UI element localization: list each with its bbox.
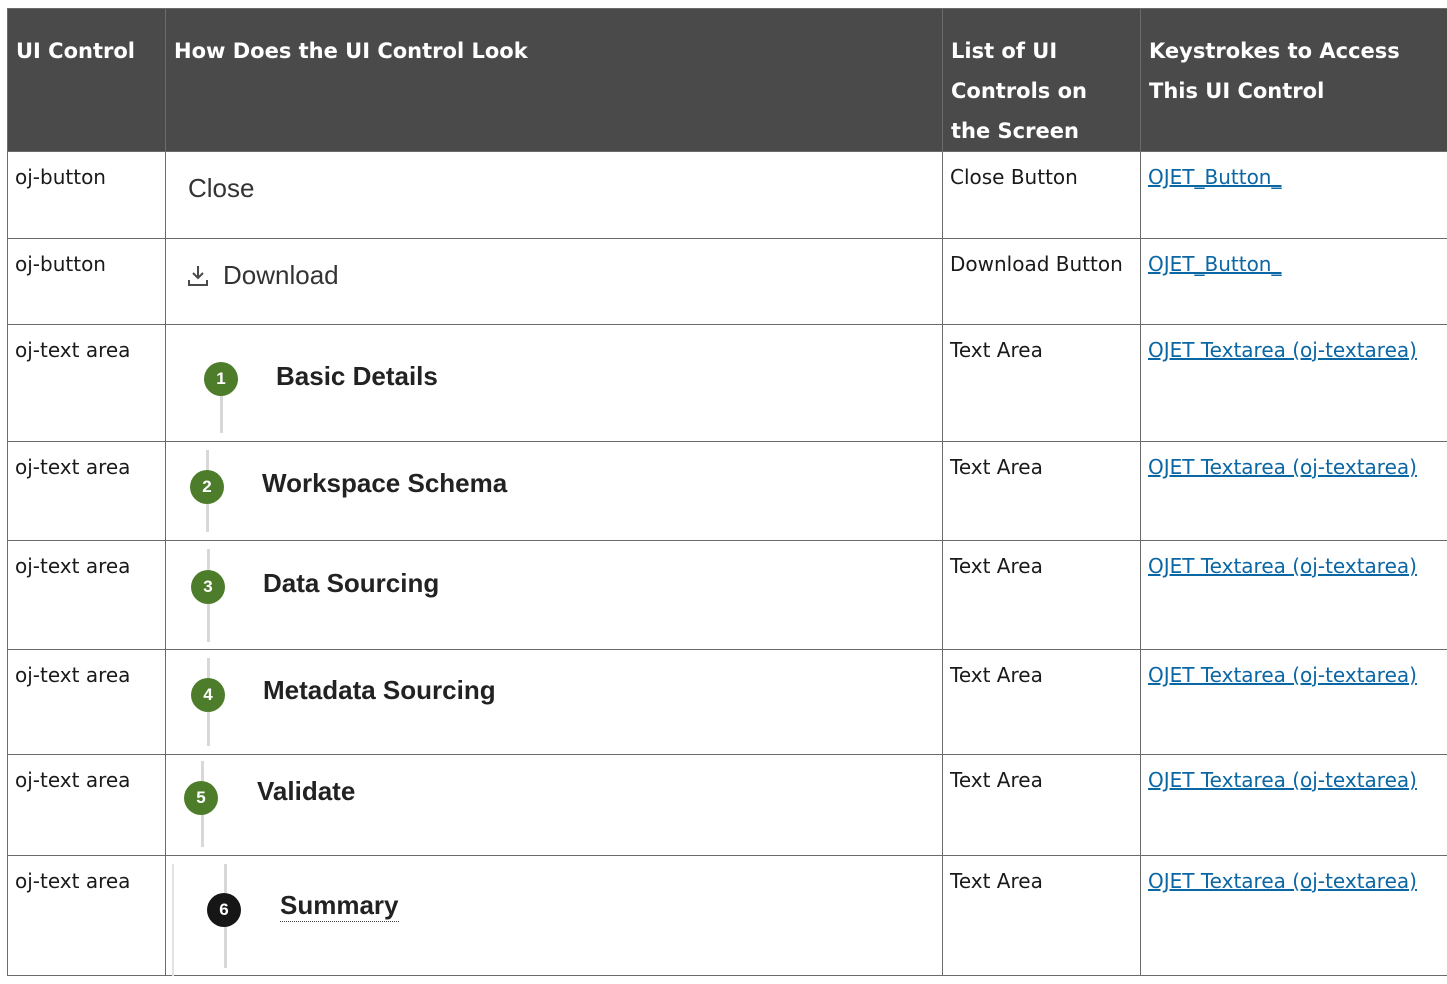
keystroke-cell: OJET_Button_	[1140, 151, 1447, 239]
look-cell: Close	[165, 151, 943, 239]
look-cell: 1 Basic Details	[165, 324, 943, 442]
keystroke-link[interactable]: OJET_Button_	[1148, 252, 1282, 276]
keystroke-cell: OJET_Button_	[1140, 238, 1447, 325]
close-button[interactable]: Close	[188, 172, 254, 204]
header-look: How Does the UI Control Look	[165, 8, 943, 152]
table-row: oj-text area 5 Validate Text Area OJET T…	[7, 754, 1447, 856]
look-cell: 2 Workspace Schema	[165, 441, 943, 541]
step-badge[interactable]: 4	[191, 678, 225, 712]
train-rail	[172, 864, 174, 976]
look-cell: 3 Data Sourcing	[165, 540, 943, 650]
keystroke-cell: OJET Textarea (oj-textarea)	[1140, 540, 1447, 650]
list-cell: Close Button	[942, 151, 1141, 239]
download-button[interactable]: Download	[223, 259, 339, 291]
table-row: oj-text area 2 Workspace Schema Text Are…	[7, 441, 1447, 541]
keystroke-cell: OJET Textarea (oj-textarea)	[1140, 441, 1447, 541]
step-label-current[interactable]: Summary	[280, 889, 399, 922]
step-badge[interactable]: 5	[184, 781, 218, 815]
header-keystrokes: Keystrokes to Access This UI Control	[1140, 8, 1447, 152]
keystroke-link[interactable]: OJET Textarea (oj-textarea)	[1148, 554, 1417, 578]
keystroke-link[interactable]: OJET Textarea (oj-textarea)	[1148, 338, 1417, 362]
step-label[interactable]: Metadata Sourcing	[263, 674, 496, 706]
keystroke-link[interactable]: OJET Textarea (oj-textarea)	[1148, 768, 1417, 792]
step-label[interactable]: Validate	[257, 775, 355, 807]
list-cell: Text Area	[942, 540, 1141, 650]
look-cell: 4 Metadata Sourcing	[165, 649, 943, 755]
list-cell: Text Area	[942, 754, 1141, 856]
table-row: oj-text area 1 Basic Details Text Area O…	[7, 324, 1447, 442]
ui-control-cell: oj-text area	[7, 324, 166, 442]
step-label[interactable]: Data Sourcing	[263, 567, 439, 599]
table-row: oj-text area 3 Data Sourcing Text Area O…	[7, 540, 1447, 650]
look-cell: 5 Validate	[165, 754, 943, 856]
ui-control-cell: oj-button	[7, 238, 166, 325]
step-badge[interactable]: 2	[190, 470, 224, 504]
table-row: oj-button Close Close Button OJET_Button…	[7, 151, 1447, 239]
table-row: oj-button Download Download Button OJET_…	[7, 238, 1447, 325]
ui-control-cell: oj-text area	[7, 649, 166, 755]
header-ui-control: UI Control	[7, 8, 166, 152]
list-cell: Text Area	[942, 649, 1141, 755]
ui-controls-table: UI Control How Does the UI Control Look …	[7, 8, 1447, 976]
step-badge-current[interactable]: 6	[207, 893, 241, 927]
ui-control-cell: oj-text area	[7, 441, 166, 541]
keystroke-cell: OJET Textarea (oj-textarea)	[1140, 754, 1447, 856]
keystroke-cell: OJET Textarea (oj-textarea)	[1140, 649, 1447, 755]
table-row: oj-text area 6 Summary Text Area OJET Te…	[7, 855, 1447, 976]
list-cell: Text Area	[942, 855, 1141, 976]
step-badge[interactable]: 1	[204, 362, 238, 396]
keystroke-link[interactable]: OJET_Button_	[1148, 165, 1282, 189]
keystroke-cell: OJET Textarea (oj-textarea)	[1140, 324, 1447, 442]
header-list: List of UI Controls on the Screen	[942, 8, 1141, 152]
keystroke-cell: OJET Textarea (oj-textarea)	[1140, 855, 1447, 976]
look-cell: Download	[165, 238, 943, 325]
look-cell: 6 Summary	[165, 855, 943, 976]
keystroke-link[interactable]: OJET Textarea (oj-textarea)	[1148, 455, 1417, 479]
list-cell: Text Area	[942, 441, 1141, 541]
step-badge[interactable]: 3	[191, 570, 225, 604]
list-cell: Download Button	[942, 238, 1141, 325]
ui-control-cell: oj-button	[7, 151, 166, 239]
step-label[interactable]: Workspace Schema	[262, 467, 507, 499]
ui-control-cell: oj-text area	[7, 855, 166, 976]
ui-control-cell: oj-text area	[7, 540, 166, 650]
table-row: oj-text area 4 Metadata Sourcing Text Ar…	[7, 649, 1447, 755]
header-row: UI Control How Does the UI Control Look …	[7, 8, 1447, 152]
keystroke-link[interactable]: OJET Textarea (oj-textarea)	[1148, 869, 1417, 893]
step-label[interactable]: Basic Details	[276, 360, 438, 392]
download-icon	[188, 266, 208, 286]
train-connector	[220, 395, 223, 433]
ui-control-cell: oj-text area	[7, 754, 166, 856]
list-cell: Text Area	[942, 324, 1141, 442]
keystroke-link[interactable]: OJET Textarea (oj-textarea)	[1148, 663, 1417, 687]
